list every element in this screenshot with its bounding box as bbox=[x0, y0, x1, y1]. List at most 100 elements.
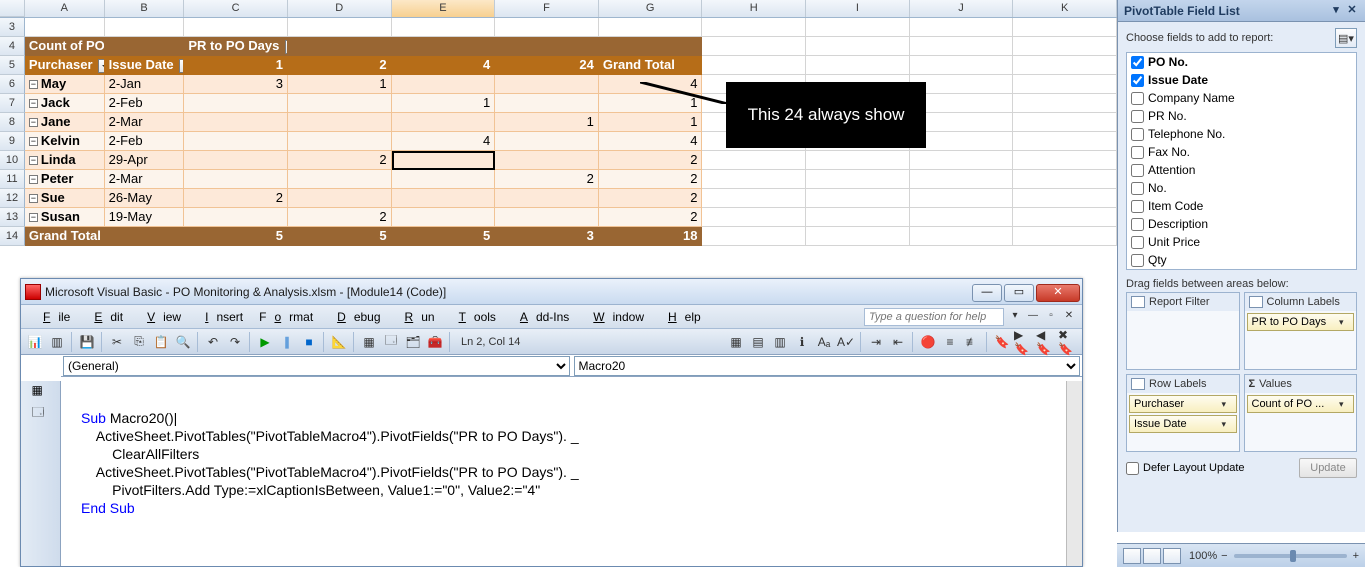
breakpoint-icon[interactable]: 🔴 bbox=[918, 332, 938, 352]
cell[interactable] bbox=[1013, 37, 1117, 56]
cell[interactable]: PR to PO Days bbox=[184, 37, 288, 56]
page-break-view-icon[interactable] bbox=[1163, 548, 1181, 564]
row-header[interactable]: 13 bbox=[0, 208, 25, 227]
collapse-icon[interactable]: − bbox=[29, 156, 38, 165]
cell[interactable] bbox=[105, 227, 185, 246]
cell[interactable] bbox=[806, 37, 910, 56]
defer-layout-checkbox[interactable] bbox=[1126, 462, 1139, 475]
col-header-j[interactable]: J bbox=[910, 0, 1014, 17]
cell[interactable] bbox=[1013, 132, 1117, 151]
row-header[interactable]: 11 bbox=[0, 170, 25, 189]
cell[interactable]: 2 bbox=[599, 189, 703, 208]
uncomment-icon[interactable]: ≢ bbox=[962, 332, 982, 352]
cell[interactable]: 4 bbox=[392, 56, 496, 75]
cell[interactable]: Grand Total bbox=[25, 227, 105, 246]
maximize-button[interactable]: ▭ bbox=[1004, 284, 1034, 302]
parameter-info-icon[interactable]: Aₐ bbox=[814, 332, 834, 352]
cell[interactable] bbox=[392, 151, 496, 170]
cell[interactable] bbox=[288, 37, 392, 56]
cell[interactable] bbox=[184, 208, 288, 227]
cell[interactable] bbox=[1013, 113, 1117, 132]
col-header-d[interactable]: D bbox=[288, 0, 392, 17]
normal-view-icon[interactable] bbox=[1123, 548, 1141, 564]
field-checkbox[interactable] bbox=[1131, 182, 1144, 195]
panel-dropdown-icon[interactable]: ▾ bbox=[1329, 4, 1343, 18]
col-header-i[interactable]: I bbox=[806, 0, 910, 17]
select-all-corner[interactable] bbox=[0, 0, 25, 17]
prev-bookmark-icon[interactable]: ◀🔖 bbox=[1036, 332, 1056, 352]
cell[interactable] bbox=[910, 56, 1014, 75]
cell[interactable] bbox=[806, 189, 910, 208]
field-item[interactable]: Unit Price bbox=[1127, 233, 1356, 251]
outdent-icon[interactable]: ⇤ bbox=[888, 332, 908, 352]
clear-bookmarks-icon[interactable]: ✖🔖 bbox=[1058, 332, 1078, 352]
zone-values[interactable]: ΣValues Count of PO ...▾ bbox=[1244, 374, 1358, 452]
project-window-icon[interactable]: ▦ bbox=[32, 383, 50, 401]
vbe-window[interactable]: Microsoft Visual Basic - PO Monitoring &… bbox=[20, 278, 1083, 567]
cell[interactable]: 5 bbox=[288, 227, 392, 246]
cell[interactable]: −Jane bbox=[25, 113, 105, 132]
cell[interactable]: 2-Feb bbox=[105, 132, 185, 151]
cell[interactable] bbox=[702, 189, 806, 208]
zoom-level[interactable]: 100% bbox=[1189, 550, 1217, 562]
cell[interactable] bbox=[184, 18, 288, 37]
cell[interactable]: 2-Mar bbox=[105, 113, 185, 132]
cell[interactable] bbox=[806, 18, 910, 37]
field-list[interactable]: PO No.Issue DateCompany NamePR No.Teleph… bbox=[1126, 52, 1357, 270]
cell[interactable] bbox=[495, 132, 599, 151]
copy-icon[interactable]: ⎘ bbox=[129, 332, 149, 352]
cell[interactable] bbox=[392, 208, 496, 227]
field-checkbox[interactable] bbox=[1131, 74, 1144, 87]
field-item[interactable]: Company Name bbox=[1127, 89, 1356, 107]
field-checkbox[interactable] bbox=[1131, 236, 1144, 249]
zone-report-filter[interactable]: Report Filter bbox=[1126, 292, 1240, 370]
properties-window-icon[interactable]: 🗔 bbox=[32, 403, 50, 421]
chip-dropdown-icon[interactable]: ▾ bbox=[1222, 419, 1232, 430]
cell[interactable] bbox=[702, 56, 806, 75]
cell[interactable] bbox=[702, 37, 806, 56]
indent-icon[interactable]: ⇥ bbox=[866, 332, 886, 352]
redo-icon[interactable]: ↷ bbox=[225, 332, 245, 352]
field-checkbox[interactable] bbox=[1131, 254, 1144, 267]
cut-icon[interactable]: ✂ bbox=[107, 332, 127, 352]
update-button[interactable]: Update bbox=[1299, 458, 1357, 478]
cell[interactable]: 5 bbox=[392, 227, 496, 246]
zone-field-chip[interactable]: Purchaser▾ bbox=[1129, 395, 1237, 413]
cell[interactable] bbox=[184, 132, 288, 151]
cell[interactable]: 3 bbox=[184, 75, 288, 94]
list-constants-icon[interactable]: ▥ bbox=[770, 332, 790, 352]
cell[interactable] bbox=[910, 189, 1014, 208]
field-checkbox[interactable] bbox=[1131, 128, 1144, 141]
col-header-b[interactable]: B bbox=[105, 0, 185, 17]
undo-icon[interactable]: ↶ bbox=[203, 332, 223, 352]
collapse-icon[interactable]: − bbox=[29, 118, 38, 127]
quick-info-icon[interactable]: ℹ bbox=[792, 332, 812, 352]
collapse-icon[interactable]: − bbox=[29, 80, 38, 89]
cell[interactable]: 2-Jan bbox=[105, 75, 185, 94]
field-item[interactable]: Fax No. bbox=[1127, 143, 1356, 161]
cell[interactable] bbox=[495, 208, 599, 227]
cell[interactable] bbox=[392, 75, 496, 94]
cell[interactable] bbox=[806, 170, 910, 189]
cell[interactable] bbox=[392, 37, 496, 56]
reset-icon[interactable]: ■ bbox=[299, 332, 319, 352]
vbe-titlebar[interactable]: Microsoft Visual Basic - PO Monitoring &… bbox=[21, 279, 1082, 305]
procedure-dropdown[interactable]: Macro20 bbox=[574, 356, 1081, 376]
field-item[interactable]: PR No. bbox=[1127, 107, 1356, 125]
panel-close-icon[interactable]: ✕ bbox=[1345, 4, 1359, 18]
cell[interactable]: 4 bbox=[392, 132, 496, 151]
cell[interactable] bbox=[392, 113, 496, 132]
row-header[interactable]: 14 bbox=[0, 227, 25, 246]
cell[interactable] bbox=[910, 227, 1014, 246]
row-header[interactable]: 5 bbox=[0, 56, 25, 75]
cell[interactable]: 1 bbox=[184, 56, 288, 75]
cell[interactable]: 4 bbox=[599, 132, 703, 151]
cell[interactable]: 1 bbox=[599, 113, 703, 132]
cell[interactable]: 18 bbox=[599, 227, 703, 246]
collapse-icon[interactable]: − bbox=[29, 175, 38, 184]
object-browser-icon[interactable]: 🗂 bbox=[403, 332, 423, 352]
cell[interactable]: Purchaser bbox=[25, 56, 105, 75]
field-checkbox[interactable] bbox=[1131, 200, 1144, 213]
field-item[interactable]: Item Code bbox=[1127, 197, 1356, 215]
row-header[interactable]: 12 bbox=[0, 189, 25, 208]
